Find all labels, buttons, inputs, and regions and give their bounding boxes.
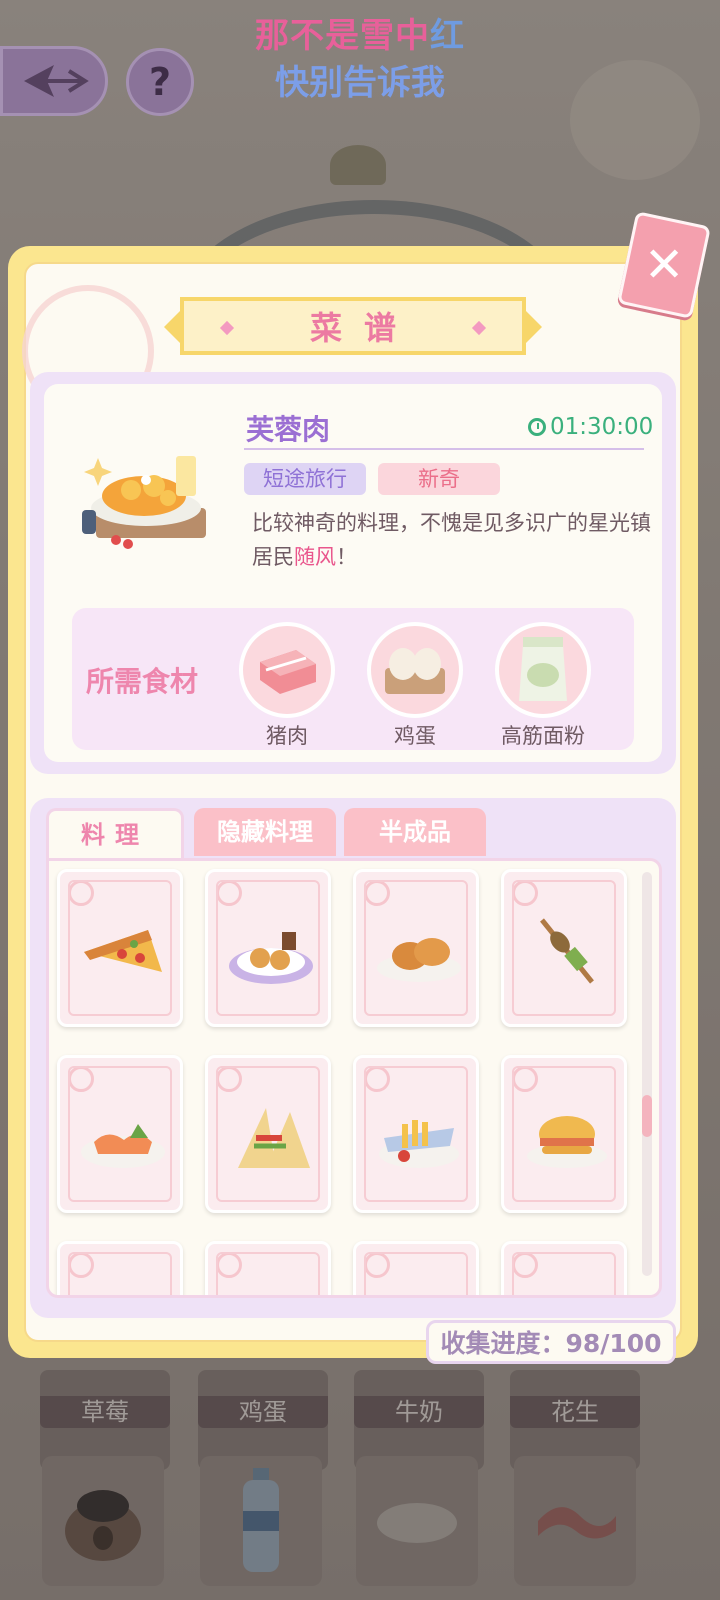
ingredient-item[interactable]: 高筋面粉 xyxy=(488,622,598,750)
fork-badge-icon xyxy=(364,1252,390,1278)
fork-badge-icon xyxy=(216,1066,242,1092)
ingredient-label: 猪肉 xyxy=(266,724,308,748)
close-icon: ✕ xyxy=(643,237,685,293)
pork-icon xyxy=(239,622,335,718)
flour-icon xyxy=(495,622,591,718)
fork-badge-icon xyxy=(216,880,242,906)
recipe-name: 芙蓉肉 xyxy=(246,413,331,446)
back-button[interactable] xyxy=(0,46,108,116)
fork-badge-icon xyxy=(364,880,390,906)
fork-badge-icon xyxy=(68,1066,94,1092)
tab-hidden-dishes[interactable]: 隐藏料理 xyxy=(194,808,336,856)
eggs-icon xyxy=(367,622,463,718)
ingredient-label: 高筋面粉 xyxy=(501,724,585,748)
dish-card[interactable] xyxy=(353,1055,479,1213)
diamond-icon xyxy=(471,320,487,336)
buns-icon xyxy=(377,938,461,982)
pizza-slice-icon xyxy=(84,930,162,972)
banner-line-1: 那不是雪中红 xyxy=(0,8,720,57)
fork-badge-icon xyxy=(364,1066,390,1092)
banner-pink-text: 那不是雪中 xyxy=(255,16,430,56)
cook-timer: 01:30:00 xyxy=(528,414,653,440)
help-button[interactable]: ? xyxy=(126,48,194,116)
banner-blue-text: 红 xyxy=(430,16,465,56)
diamond-icon xyxy=(219,320,235,336)
sandwich-icon xyxy=(238,1108,310,1168)
fried-platter-icon xyxy=(229,932,313,984)
desc-highlight-name: 随风 xyxy=(294,545,336,569)
clock-icon xyxy=(528,418,546,436)
fish-skewer-icon xyxy=(540,918,594,984)
dish-card[interactable] xyxy=(353,1241,479,1295)
ingredient-label: 鸡蛋 xyxy=(394,724,436,748)
fork-badge-icon xyxy=(512,1066,538,1092)
dish-card[interactable] xyxy=(501,1055,627,1213)
title-ribbon: 菜谱 xyxy=(164,297,542,355)
divider xyxy=(244,448,644,450)
dish-card[interactable] xyxy=(57,1241,183,1295)
dish-grid[interactable] xyxy=(46,858,662,1298)
back-arrow-icon xyxy=(24,65,89,97)
modal-title: 菜谱 xyxy=(309,309,418,347)
fries-plate-icon xyxy=(379,1120,459,1168)
sashimi-icon xyxy=(81,1124,165,1168)
fork-badge-icon xyxy=(216,1252,242,1278)
ingredients-title: 所需食材 xyxy=(86,665,199,698)
dish-card[interactable] xyxy=(353,869,479,1027)
recipe-description: 比较神奇的料理，不愧是见多识广的星光镇居民随风！ xyxy=(252,506,652,574)
dish-card[interactable] xyxy=(57,869,183,1027)
dish-card[interactable] xyxy=(205,1241,331,1295)
banner-line-2: 快别告诉我 xyxy=(275,63,445,103)
fork-badge-icon xyxy=(512,1252,538,1278)
desc-end: ！ xyxy=(336,545,357,569)
tag-trip: 短途旅行 xyxy=(244,463,366,495)
tab-semi-finished[interactable]: 半成品 xyxy=(344,808,486,856)
furong-pork-dish-icon xyxy=(82,456,206,549)
fork-badge-icon xyxy=(512,880,538,906)
dish-card[interactable] xyxy=(205,1055,331,1213)
scrollbar-thumb[interactable] xyxy=(642,1095,652,1137)
fork-badge-icon xyxy=(68,880,94,906)
scrollbar-track[interactable] xyxy=(642,872,652,1276)
collection-progress: 收集进度：98/100 xyxy=(426,1320,676,1364)
dish-card[interactable] xyxy=(57,1055,183,1213)
cook-time: 01:30:00 xyxy=(550,414,654,440)
dish-card[interactable] xyxy=(501,1241,627,1295)
dish-card[interactable] xyxy=(501,869,627,1027)
fork-badge-icon xyxy=(68,1252,94,1278)
help-icon: ? xyxy=(148,60,172,104)
burger-icon xyxy=(527,1116,607,1168)
ingredient-item[interactable]: 鸡蛋 xyxy=(360,622,470,750)
dish-card[interactable] xyxy=(205,869,331,1027)
tag-novel: 新奇 xyxy=(378,463,500,495)
tab-dishes[interactable]: 料理 xyxy=(46,808,184,860)
ingredient-item[interactable]: 猪肉 xyxy=(232,622,342,750)
